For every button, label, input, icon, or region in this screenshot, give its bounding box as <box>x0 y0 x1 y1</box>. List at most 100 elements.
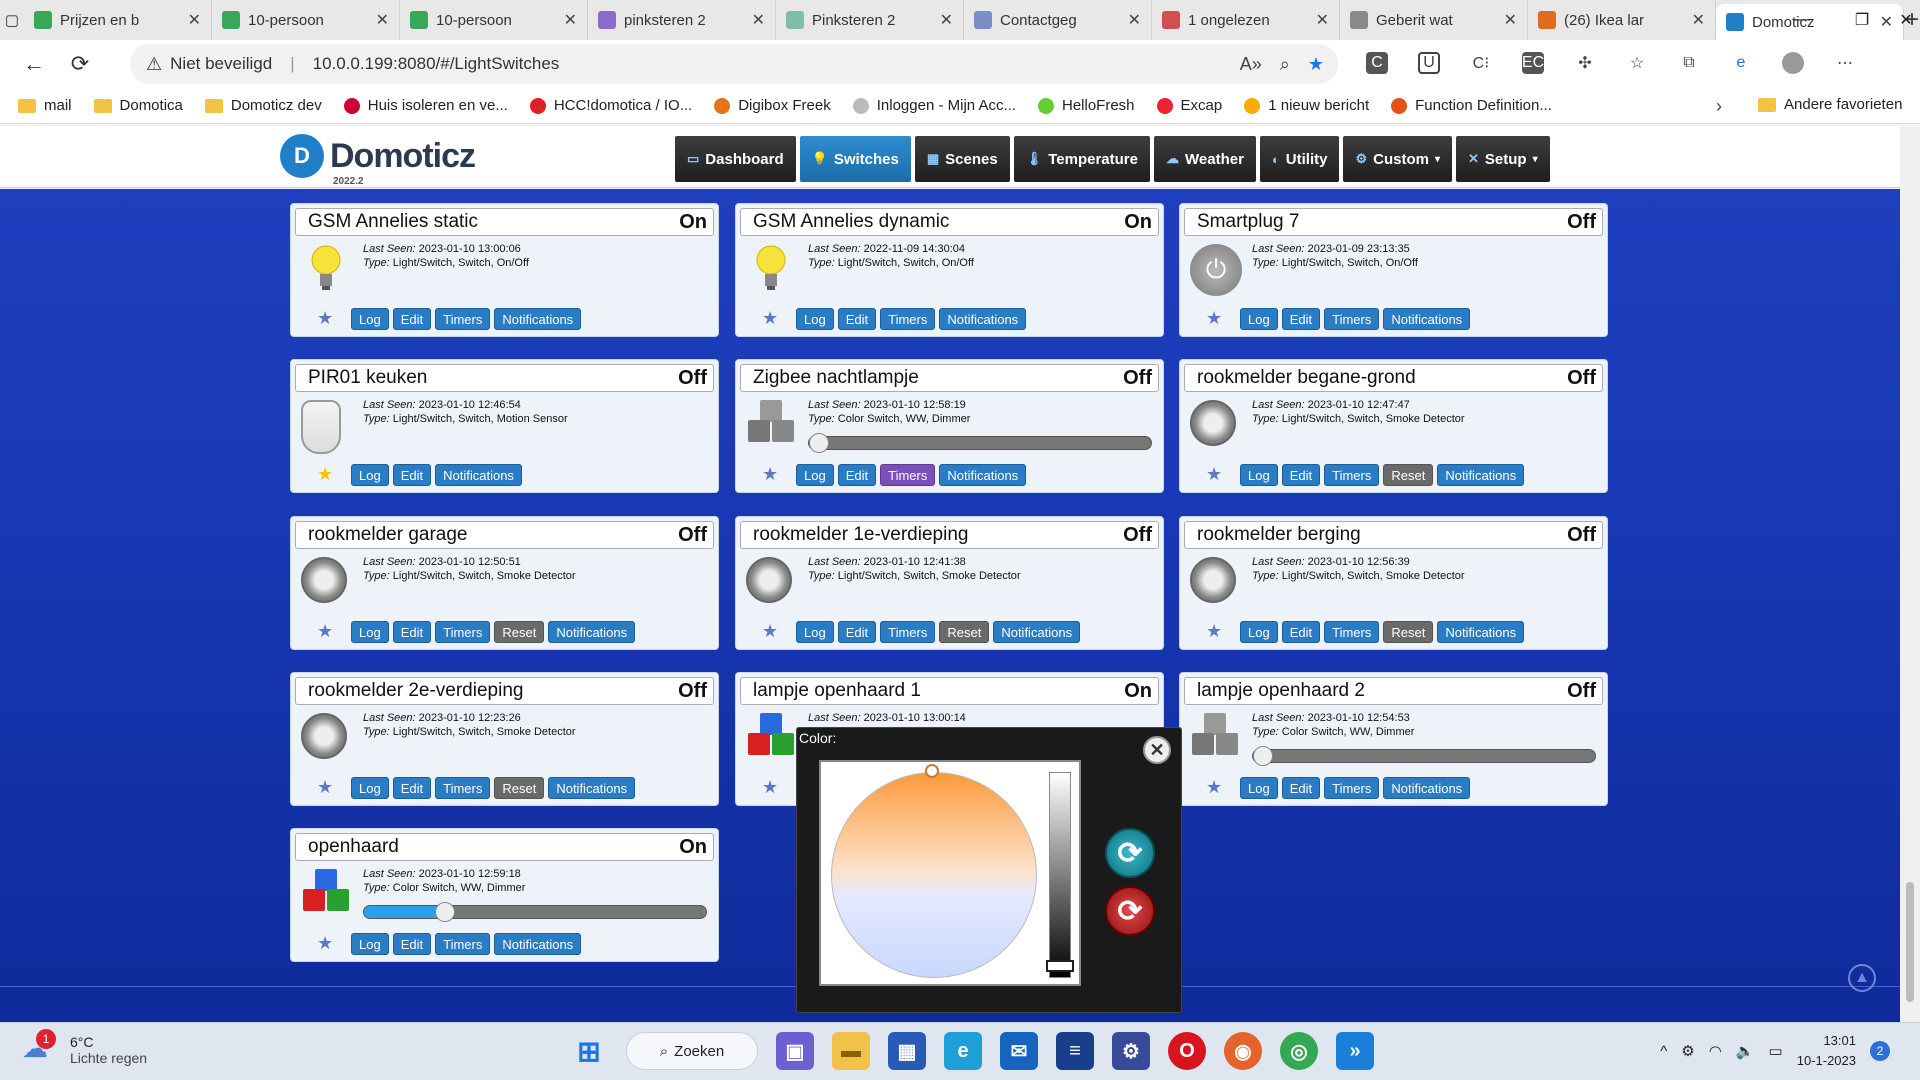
timers-button[interactable]: Timers <box>1324 621 1380 643</box>
menu-weather[interactable]: ☁ Weather <box>1154 136 1256 182</box>
favorites-icon[interactable]: ☆ <box>1626 52 1648 74</box>
notifications-button[interactable]: Notifications <box>1383 777 1471 799</box>
read-aloud-icon[interactable]: A» <box>1240 54 1262 75</box>
apply-color-button[interactable]: ⟳ <box>1105 828 1155 878</box>
timers-button[interactable]: Timers <box>435 621 491 643</box>
powershell-icon[interactable]: » <box>1336 1032 1374 1070</box>
favorite-star-icon[interactable]: ★ <box>1206 777 1222 798</box>
reset-button[interactable]: Reset <box>1383 464 1434 486</box>
edit-button[interactable]: Edit <box>392 933 432 955</box>
log-button[interactable]: Log <box>796 464 834 486</box>
notifications-button[interactable]: Notifications <box>494 933 582 955</box>
menu-temperature[interactable]: 🌡 Temperature <box>1013 136 1150 182</box>
notifications-button[interactable]: Notifications <box>993 621 1081 643</box>
bookmark-item[interactable]: Function Definition... <box>1391 97 1552 114</box>
menu-dashboard[interactable]: ▭ Dashboard <box>675 136 796 182</box>
favorite-star-icon[interactable]: ★ <box>1206 621 1222 642</box>
browser-tab[interactable]: pinksteren 2 ✕ <box>588 0 776 40</box>
bookmark-item[interactable]: Excap <box>1156 97 1222 114</box>
favorite-star-icon[interactable]: ★ <box>317 464 333 485</box>
domoticz-logo[interactable]: D Domoticz 2022.2 <box>280 134 476 187</box>
log-button[interactable]: Log <box>796 308 834 330</box>
dimmer-slider[interactable] <box>1252 746 1596 766</box>
edit-button[interactable]: Edit <box>1281 621 1321 643</box>
notifications-button[interactable]: Notifications <box>939 308 1027 330</box>
bookmark-item[interactable]: 1 nieuw bericht <box>1244 97 1369 114</box>
bulb-on-icon[interactable] <box>301 244 353 296</box>
favorite-star-icon[interactable]: ★ <box>762 621 778 642</box>
rgb-off-icon[interactable] <box>746 400 798 452</box>
brightness-slider[interactable] <box>1049 772 1071 978</box>
log-button[interactable]: Log <box>351 464 389 486</box>
bookmark-item[interactable]: mail <box>18 97 72 114</box>
reset-button[interactable]: Reset <box>494 777 545 799</box>
notification-badge[interactable]: 2 <box>1870 1041 1890 1061</box>
favorite-star-icon[interactable]: ★ <box>317 308 333 329</box>
log-button[interactable]: Log <box>1240 621 1278 643</box>
favorite-star-icon[interactable]: ★ <box>1206 464 1222 485</box>
bulb-on-icon[interactable] <box>746 244 798 296</box>
browser-tab[interactable]: Prijzen en b ✕ <box>24 0 212 40</box>
firefox-icon[interactable]: ◉ <box>1224 1032 1262 1070</box>
favorite-star-icon[interactable]: ★ <box>762 777 778 798</box>
notifications-button[interactable]: Notifications <box>1437 464 1525 486</box>
browser-tab[interactable]: Contactgeg ✕ <box>964 0 1152 40</box>
smoke-detector-icon[interactable] <box>1190 557 1242 609</box>
network-tool-icon[interactable]: ⚙ <box>1112 1032 1150 1070</box>
bookmark-item[interactable]: Digibox Freek <box>714 97 831 114</box>
tray-app-icon[interactable]: ⚙ <box>1681 1042 1694 1060</box>
edit-button[interactable]: Edit <box>837 621 877 643</box>
opera-icon[interactable]: O <box>1168 1032 1206 1070</box>
notifications-button[interactable]: Notifications <box>494 308 582 330</box>
dimmer-slider[interactable] <box>363 902 707 922</box>
log-button[interactable]: Log <box>351 621 389 643</box>
favorite-star-icon[interactable]: ★ <box>762 308 778 329</box>
browser-tab[interactable]: 10-persoon ✕ <box>400 0 588 40</box>
edge-icon[interactable]: e <box>944 1032 982 1070</box>
tray-chevron-icon[interactable]: ^ <box>1660 1043 1667 1060</box>
bookmarks-overflow-chevron-icon[interactable]: › <box>1716 96 1722 117</box>
reset-color-button[interactable]: ⟳ <box>1105 886 1155 936</box>
edit-button[interactable]: Edit <box>1281 777 1321 799</box>
browser-tab[interactable]: Geberit wat ✕ <box>1340 0 1528 40</box>
tab-close-icon[interactable]: ✕ <box>1128 10 1141 30</box>
teams-icon[interactable]: ▣ <box>776 1032 814 1070</box>
favorite-star-icon[interactable]: ★ <box>317 777 333 798</box>
reset-button[interactable]: Reset <box>939 621 990 643</box>
back-icon[interactable]: ← <box>12 42 56 86</box>
favorite-star-icon[interactable]: ★ <box>1308 54 1324 75</box>
dimmer-knob[interactable] <box>435 902 455 922</box>
scrollbar-thumb[interactable] <box>1906 882 1914 1002</box>
tab-close-icon[interactable]: ✕ <box>1316 10 1329 30</box>
notifications-button[interactable]: Notifications <box>435 464 522 486</box>
scroll-top-icon[interactable]: ▲ <box>1848 964 1876 992</box>
smoke-detector-icon[interactable] <box>301 713 353 765</box>
edit-button[interactable]: Edit <box>1281 308 1321 330</box>
speaker-icon[interactable]: 🔈 <box>1736 1042 1755 1060</box>
weather-widget[interactable]: ☁ 1 6°C Lichte regen <box>22 1029 147 1067</box>
favorite-star-icon[interactable]: ★ <box>1206 308 1222 329</box>
wifi-icon[interactable]: ◠ <box>1709 1042 1722 1060</box>
timers-button[interactable]: Timers <box>1324 464 1380 486</box>
edit-button[interactable]: Edit <box>837 308 877 330</box>
tab-close-icon[interactable]: ✕ <box>188 10 201 30</box>
log-button[interactable]: Log <box>1240 777 1278 799</box>
browser-tab[interactable]: (26) Ikea lar ✕ <box>1528 0 1716 40</box>
browser-tab[interactable]: 10-persoon ✕ <box>212 0 400 40</box>
edit-button[interactable]: Edit <box>1281 464 1321 486</box>
rgb-off-icon[interactable] <box>1190 713 1242 765</box>
extension-cc-icon[interactable]: C⁝ <box>1470 52 1492 74</box>
file-explorer-icon[interactable]: ▬ <box>832 1032 870 1070</box>
chrome-icon[interactable]: ◎ <box>1280 1032 1318 1070</box>
edit-button[interactable]: Edit <box>392 308 432 330</box>
other-favorites[interactable]: Andere favorieten <box>1758 96 1902 113</box>
store-icon[interactable]: ▦ <box>888 1032 926 1070</box>
start-icon[interactable]: ⊞ <box>570 1032 608 1070</box>
collections-icon[interactable]: ⧉ <box>1678 52 1700 74</box>
rgb-on-icon[interactable] <box>746 713 798 765</box>
close-popup-icon[interactable]: ✕ <box>1143 736 1171 764</box>
log-button[interactable]: Log <box>351 933 389 955</box>
edit-button[interactable]: Edit <box>392 464 432 486</box>
power-icon[interactable]: ⏻ <box>1190 244 1242 296</box>
menu-utility[interactable]: ◐ Utility <box>1259 136 1340 182</box>
